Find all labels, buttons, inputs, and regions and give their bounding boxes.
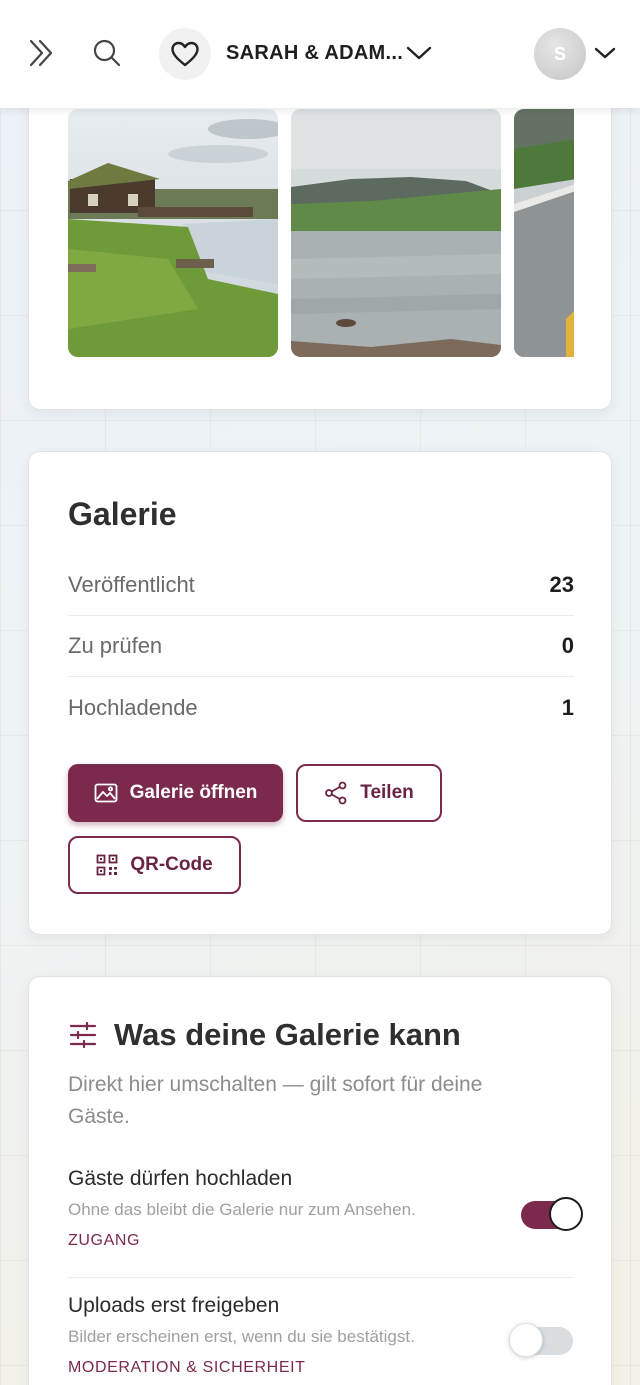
option-guest-upload: Gäste dürfen hochladen Ohne das bleibt d…	[68, 1167, 574, 1250]
stat-label: Veröffentlicht	[68, 572, 195, 597]
qr-code-button[interactable]: QR-Code	[68, 836, 241, 894]
stat-label: Zu prüfen	[68, 633, 163, 658]
option-category-tag: ZUGANG	[68, 1232, 141, 1249]
stat-value: 1	[561, 694, 574, 720]
photo-thumbnail[interactable]	[514, 109, 574, 357]
gallery-stats-card: Galerie Veröffentlicht 23 Zu prüfen 0 Ho…	[28, 451, 612, 935]
toggle-guest-upload[interactable]	[521, 1197, 583, 1231]
photo-thumbnail[interactable]	[68, 109, 278, 357]
account-menu-button[interactable]	[590, 38, 620, 68]
stat-row-uploaders: Hochladende 1	[68, 677, 574, 738]
features-header: Was deine Galerie kann	[68, 1017, 461, 1053]
top-app-bar: SARAH & ADAM... S	[0, 0, 640, 108]
double-chevron-right-icon	[29, 39, 53, 67]
image-icon	[94, 783, 118, 803]
toggle-knob	[549, 1197, 583, 1231]
option-description: Bilder erscheinen erst, wenn du sie best…	[68, 1327, 415, 1346]
event-name[interactable]: SARAH & ADAM...	[226, 42, 403, 65]
stat-label: Hochladende	[68, 694, 198, 720]
recent-photos-card	[28, 60, 612, 410]
heart-icon	[171, 41, 199, 67]
features-title: Was deine Galerie kann	[114, 1017, 461, 1052]
stat-value: 23	[549, 572, 574, 597]
toggle-upload-approval[interactable]	[509, 1323, 573, 1357]
features-subtitle: Direkt hier umschalten — gilt sofort für…	[68, 1073, 483, 1128]
share-icon	[325, 781, 347, 805]
qr-code-label: QR-Code	[130, 854, 213, 875]
photo-road	[514, 109, 574, 357]
event-heart-button[interactable]	[159, 28, 211, 80]
gallery-features-card: Was deine Galerie kann Direkt hier umsch…	[28, 976, 612, 1385]
photo-mountain-lake	[291, 109, 501, 357]
share-label: Teilen	[360, 782, 414, 803]
chevron-down-icon	[406, 46, 432, 60]
option-divider	[68, 1277, 574, 1278]
sliders-icon	[69, 1022, 97, 1048]
photo-cabin-lake	[68, 109, 278, 357]
avatar-initial: S	[553, 43, 566, 64]
share-button[interactable]: Teilen	[296, 764, 442, 822]
qr-code-icon	[96, 854, 118, 876]
search-button[interactable]	[88, 34, 126, 72]
chevron-down-icon	[594, 47, 616, 59]
option-title: Gäste dürfen hochladen	[68, 1167, 293, 1190]
option-category-tag: MODERATION & SICHERHEIT	[68, 1359, 306, 1376]
option-title: Uploads erst freigeben	[68, 1294, 280, 1317]
open-gallery-label: Galerie öffnen	[129, 782, 258, 803]
toggle-knob	[509, 1323, 543, 1357]
stat-row-published: Veröffentlicht 23	[68, 555, 574, 616]
stat-row-pending: Zu prüfen 0	[68, 616, 574, 677]
open-gallery-button[interactable]: Galerie öffnen	[68, 764, 283, 822]
expand-sidebar-button[interactable]	[22, 34, 60, 72]
option-description: Ohne das bleibt die Galerie nur zum Anse…	[68, 1200, 416, 1219]
search-icon	[93, 39, 121, 67]
gallery-card-title: Galerie	[68, 496, 177, 532]
photo-carousel[interactable]	[68, 109, 574, 357]
option-upload-approval: Uploads erst freigeben Bilder erscheinen…	[68, 1294, 574, 1377]
user-avatar[interactable]: S	[534, 28, 586, 80]
photo-thumbnail[interactable]	[291, 109, 501, 357]
event-switcher-button[interactable]	[402, 36, 436, 70]
stat-value: 0	[561, 633, 574, 658]
